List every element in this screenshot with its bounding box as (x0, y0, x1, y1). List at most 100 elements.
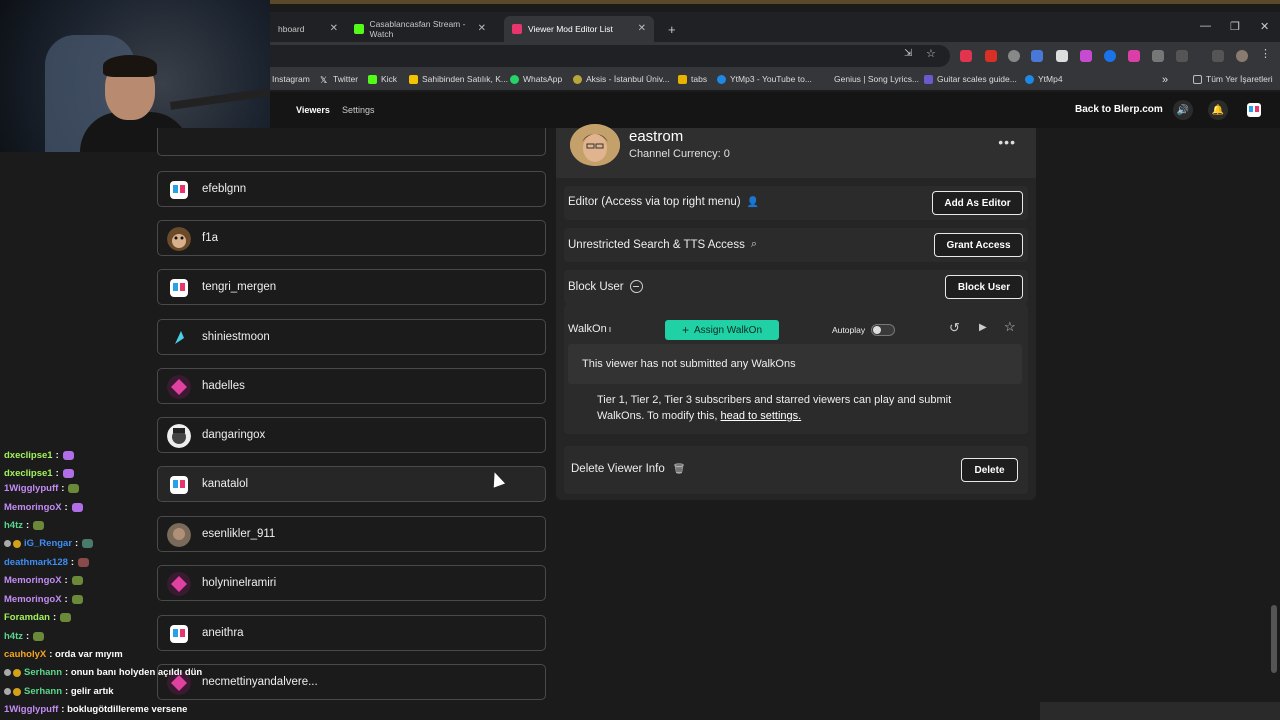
grant-access-button[interactable]: Grant Access (934, 233, 1023, 257)
back-to-blerp-link[interactable]: Back to Blerp.com (1075, 104, 1163, 115)
new-tab-button[interactable]: + (660, 16, 684, 42)
tab-casablancasfan[interactable]: Casablancasfan Stream - Watch ✕ (346, 16, 494, 42)
chat-username: 1Wigglypuff (4, 704, 59, 715)
window-close-icon[interactable]: ✕ (1260, 20, 1269, 33)
all-bookmarks[interactable]: Tüm Yer İşaretleri (1193, 74, 1273, 84)
kick-icon (354, 24, 364, 34)
pen-icon[interactable] (1152, 50, 1164, 62)
delete-button[interactable]: Delete (961, 458, 1018, 482)
block-user-button[interactable]: Block User (945, 275, 1023, 299)
magnifier-icon[interactable] (1008, 50, 1020, 62)
viewer-detail-panel: eastrom Channel Currency: 0 ••• Editor (… (556, 124, 1036, 500)
bookmark[interactable]: YtMp3 - YouTube to... (717, 74, 812, 84)
scrollbar[interactable] (1271, 605, 1277, 673)
url-field[interactable] (270, 45, 950, 67)
autoplay-toggle[interactable] (871, 324, 895, 336)
viewer-row[interactable]: necmettinyandalvere... (157, 664, 546, 700)
history-icon[interactable]: ↺ (949, 320, 960, 336)
extension-icon[interactable] (985, 50, 997, 62)
assign-walkon-button[interactable]: + Assign WalkOn (665, 320, 779, 340)
chat-text: : (55, 450, 59, 461)
bookmark[interactable]: YtMp4 (1025, 74, 1063, 84)
viewer-row[interactable]: esenlikler_911 (157, 516, 546, 552)
bell-icon[interactable]: 🔔 (1208, 100, 1228, 120)
close-icon[interactable]: ✕ (638, 23, 646, 34)
emote-icon (33, 521, 45, 530)
head-to-settings-link[interactable]: head to settings. (720, 410, 801, 422)
nav-viewers[interactable]: Viewers (296, 105, 330, 115)
bookmark[interactable]: Sahibinden Satılık, K... (409, 74, 508, 84)
chat-username: MemoringoX (4, 594, 62, 605)
viewer-name: holyninelramiri (202, 577, 277, 589)
viewer-avatar (167, 622, 191, 646)
media-icon[interactable] (1212, 50, 1224, 62)
chat-text: : onun banı holyden açıldı dün (65, 667, 203, 678)
chat-message: h4tz: (4, 631, 45, 642)
block-section: Block User Block User (564, 270, 1028, 304)
bookmark[interactable]: tabs (678, 74, 707, 84)
star-icon[interactable]: ☆ (1004, 319, 1016, 335)
shield-icon[interactable] (1056, 50, 1068, 62)
viewer-row[interactable]: aneithra (157, 615, 546, 651)
close-icon[interactable]: ✕ (330, 23, 338, 34)
tabs-icon (678, 74, 687, 84)
viewer-avatar (167, 178, 191, 202)
account-avatar[interactable] (1244, 100, 1264, 120)
install-icon[interactable]: ⇲ (904, 48, 912, 59)
bookmarks-more-button[interactable]: » (1162, 74, 1168, 86)
chat-text: : (75, 538, 79, 549)
bookmark[interactable]: Instagram (272, 74, 310, 84)
viewer-row[interactable]: holyninelramiri (157, 565, 546, 601)
viewer-row[interactable]: tengri_mergen (157, 269, 546, 305)
chat-username: MemoringoX (4, 502, 62, 513)
minimize-icon[interactable]: — (1200, 20, 1211, 32)
viewer-row[interactable]: dangaringox (157, 417, 546, 453)
star-icon[interactable]: ☆ (926, 47, 936, 60)
emote-icon (71, 503, 83, 512)
translate-icon[interactable] (1031, 50, 1043, 62)
add-as-editor-button[interactable]: Add As Editor (932, 191, 1023, 215)
bookmark[interactable]: Aksis - İstanbul Üniv... (573, 74, 669, 84)
viewer-row[interactable]: shiniestmoon (157, 319, 546, 355)
more-menu-icon[interactable]: ••• (998, 134, 1016, 150)
extension-icon[interactable] (1080, 50, 1092, 62)
site-header: Viewers Settings Back to Blerp.com 🔊 🔔 (270, 92, 1280, 128)
play-icon[interactable]: ▶ (979, 322, 987, 333)
viewer-row[interactable]: f1a (157, 220, 546, 256)
viewer-row[interactable]: hadelles (157, 368, 546, 404)
chat-text: : gelir artık (65, 686, 114, 697)
chat-text: : (70, 557, 75, 568)
maximize-icon[interactable]: ❐ (1230, 20, 1240, 33)
bookmark[interactable]: WhatsApp (510, 74, 562, 84)
bookmark[interactable]: Kick (368, 74, 397, 84)
viewer-avatar (167, 572, 191, 596)
viewer-name: necmettinyandalvere... (202, 676, 318, 688)
bookmark[interactable]: 𝕏 Twitter (320, 74, 358, 85)
volume-icon[interactable]: 🔊 (1173, 100, 1193, 120)
close-icon[interactable]: ✕ (478, 23, 486, 34)
extension-icon[interactable] (1104, 50, 1116, 62)
sub-badge-icon (4, 669, 11, 676)
emote-icon (78, 558, 90, 567)
extension-icon[interactable] (1128, 50, 1140, 62)
extension-icon[interactable] (960, 50, 972, 62)
viewer-row[interactable]: efeblgnn (157, 171, 546, 207)
bookmark[interactable]: Guitar scales guide... (924, 74, 1017, 84)
tab-viewer-mod-editor[interactable]: Viewer Mod Editor List ✕ (504, 16, 654, 42)
bookmark[interactable]: Genius | Song Lyrics... (834, 74, 919, 84)
viewer-row[interactable] (157, 128, 546, 156)
viewer-row[interactable]: kanatalol (157, 466, 546, 502)
nav-settings[interactable]: Settings (342, 105, 375, 115)
walkon-label: WalkOn ı (568, 323, 612, 335)
profile-avatar[interactable] (1236, 50, 1248, 62)
emote-icon (68, 484, 80, 493)
puzzle-icon[interactable] (1176, 50, 1188, 62)
tab-dashboard[interactable]: hboard ✕ (270, 16, 346, 42)
chat-message: h4tz: (4, 520, 45, 531)
x-icon: 𝕏 (320, 74, 328, 85)
viewer-name: hadelles (202, 380, 245, 392)
kebab-menu-icon[interactable]: ⋮ (1260, 47, 1272, 60)
chat-message: cauholyX: orda var mıyım (4, 649, 123, 660)
chat-username: deathmark128 (4, 557, 68, 568)
person-icon: 👤 (746, 196, 760, 208)
